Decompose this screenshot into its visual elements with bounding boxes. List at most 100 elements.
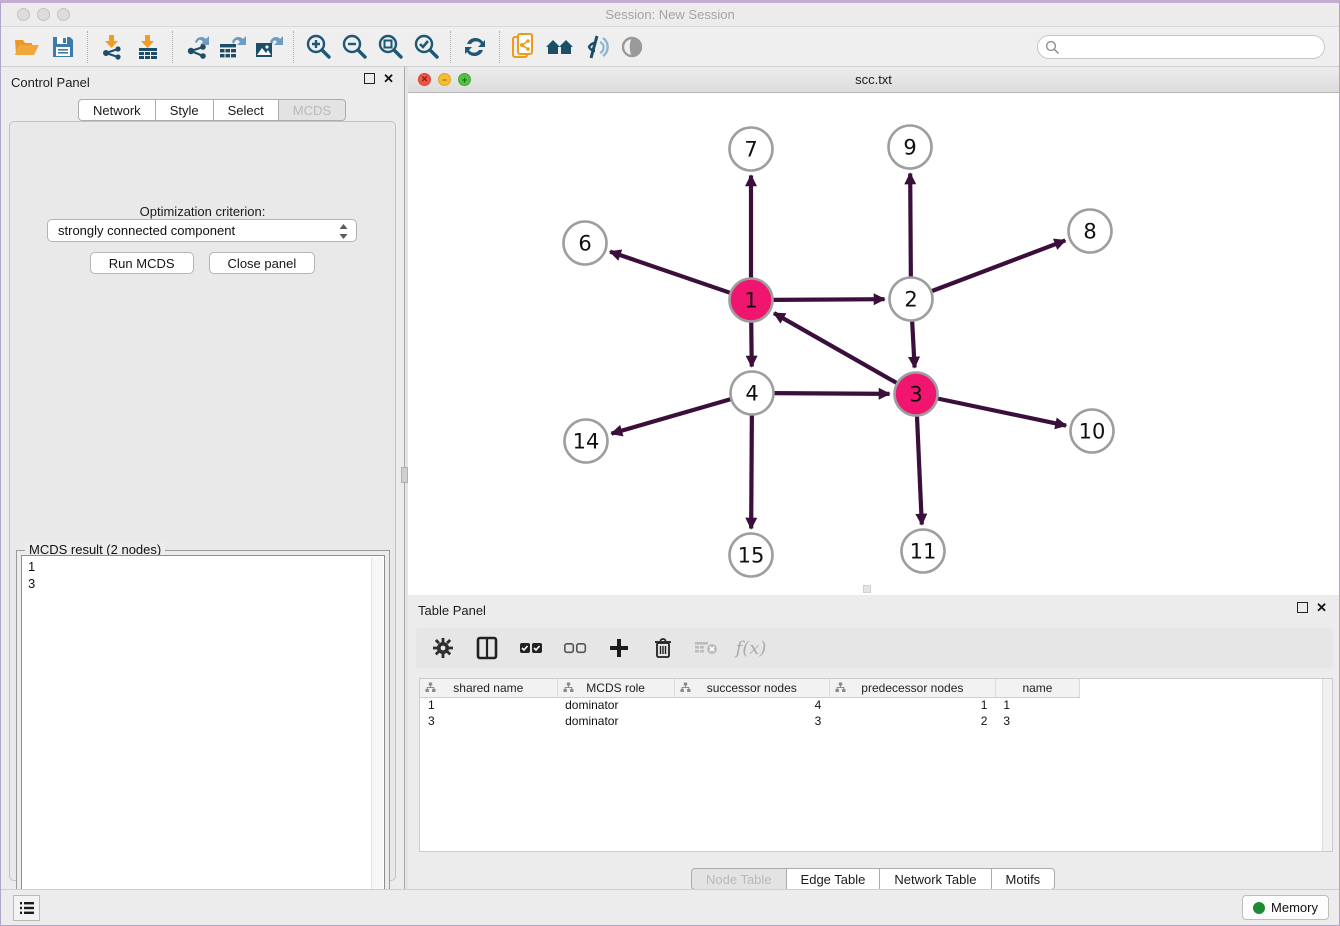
edge-3-11[interactable]: [917, 416, 922, 524]
graph-svg: 7 9 6 8 1 2 4 3 14 10 15 11: [408, 93, 1339, 595]
export-network-button[interactable]: [179, 31, 215, 63]
app-window: Session: New Session: [0, 0, 1340, 926]
tab-style[interactable]: Style: [156, 99, 214, 121]
table-cell[interactable]: 1: [995, 697, 1079, 713]
task-history-button[interactable]: [13, 895, 40, 921]
float-table-panel-icon[interactable]: [1297, 602, 1308, 613]
column-header-successor-nodes[interactable]: successor nodes: [674, 679, 829, 697]
tab-network[interactable]: Network: [78, 99, 156, 121]
add-column-button[interactable]: [604, 633, 634, 663]
node-11[interactable]: 11: [902, 530, 945, 573]
edge-1-6[interactable]: [610, 252, 730, 293]
table-row[interactable]: 3dominator323: [420, 713, 1080, 729]
delete-button[interactable]: [648, 633, 678, 663]
edge-3-10[interactable]: [938, 399, 1066, 426]
export-table-icon: [218, 34, 248, 60]
table-cell[interactable]: 1: [420, 697, 557, 713]
save-session-button[interactable]: [45, 31, 81, 63]
open-session-button[interactable]: [9, 31, 45, 63]
close-panel-icon[interactable]: ✕: [383, 73, 394, 84]
run-mcds-button[interactable]: Run MCDS: [90, 252, 194, 274]
edge-1-2[interactable]: [773, 299, 884, 300]
close-table-panel-icon[interactable]: ✕: [1316, 602, 1327, 613]
edge-2-9[interactable]: [910, 173, 911, 276]
deselect-all-rows-button[interactable]: [560, 633, 590, 663]
zoom-fit-button[interactable]: [372, 31, 408, 63]
node-6[interactable]: 6: [564, 222, 607, 265]
node-table-grid[interactable]: shared nameMCDS role successor nodes prede…: [420, 679, 1080, 729]
delete-table-button: [692, 633, 722, 663]
table-cell[interactable]: 3: [674, 713, 829, 729]
table-cell[interactable]: dominator: [557, 713, 674, 729]
table-scrollbar[interactable]: [1322, 679, 1332, 851]
column-header-MCDS-role[interactable]: MCDS role: [557, 679, 674, 697]
tab-network-table[interactable]: Network Table: [880, 868, 991, 890]
control-panel-title: Control Panel: [11, 75, 90, 90]
zoom-in-button[interactable]: [300, 31, 336, 63]
canvas-scroll-grip[interactable]: [863, 585, 871, 593]
search-input[interactable]: [1037, 35, 1325, 59]
export-image-button[interactable]: [251, 31, 287, 63]
tab-node-table[interactable]: Node Table: [691, 868, 787, 890]
tab-edge-table[interactable]: Edge Table: [787, 868, 881, 890]
select-all-rows-button[interactable]: [516, 633, 546, 663]
node-4[interactable]: 4: [731, 372, 774, 415]
chevron-up-down-icon: [338, 222, 349, 244]
hide-panel-button[interactable]: [578, 31, 614, 63]
refresh-button[interactable]: [457, 31, 493, 63]
zoom-out-button[interactable]: [336, 31, 372, 63]
edge-2-8[interactable]: [932, 240, 1065, 291]
memory-label: Memory: [1271, 900, 1318, 915]
node-2[interactable]: 2: [890, 278, 933, 321]
tab-mcds[interactable]: MCDS: [279, 99, 346, 121]
status-bar: Memory: [1, 889, 1339, 925]
tab-motifs[interactable]: Motifs: [992, 868, 1056, 890]
export-table-button[interactable]: [215, 31, 251, 63]
import-table-button[interactable]: [130, 31, 166, 63]
table-cell[interactable]: 3: [420, 713, 557, 729]
table-row[interactable]: 1dominator411: [420, 697, 1080, 713]
column-label: successor nodes: [707, 681, 797, 695]
node-10[interactable]: 10: [1071, 410, 1114, 453]
node-14[interactable]: 14: [565, 420, 608, 463]
edge-4-14[interactable]: [611, 399, 730, 433]
memory-status-icon: [1253, 902, 1265, 914]
close-panel-button[interactable]: Close panel: [209, 252, 316, 274]
column-header-shared-name[interactable]: shared name: [420, 679, 557, 697]
show-panel-button[interactable]: [614, 31, 650, 63]
node-label: 9: [903, 136, 916, 160]
node-3[interactable]: 3: [895, 373, 938, 416]
edge-4-3[interactable]: [774, 393, 889, 394]
column-header-name[interactable]: name: [995, 679, 1079, 697]
node-7[interactable]: 7: [730, 128, 773, 171]
table-cell[interactable]: 2: [829, 713, 995, 729]
table-cell[interactable]: 3: [995, 713, 1079, 729]
optimization-criterion-select[interactable]: strongly connected component: [47, 219, 357, 242]
node-9[interactable]: 9: [889, 126, 932, 169]
import-network-button[interactable]: [94, 31, 130, 63]
node-15[interactable]: 15: [730, 534, 773, 577]
table-settings-button[interactable]: [428, 633, 458, 663]
edge-3-1[interactable]: [774, 313, 896, 383]
float-panel-icon[interactable]: [364, 73, 375, 84]
column-header-predecessor-nodes[interactable]: predecessor nodes: [829, 679, 995, 697]
node-8[interactable]: 8: [1069, 210, 1112, 253]
home-button[interactable]: [542, 31, 578, 63]
node-1[interactable]: 1: [730, 279, 773, 322]
edge-2-3[interactable]: [912, 321, 914, 367]
hierarchy-icon: [680, 682, 691, 693]
splitter-grip-icon[interactable]: [401, 467, 408, 483]
network-canvas[interactable]: 7 9 6 8 1 2 4 3 14 10 15 11: [408, 93, 1339, 595]
network-overview-button[interactable]: [506, 31, 542, 63]
column-label: predecessor nodes: [861, 681, 963, 695]
show-columns-button[interactable]: [472, 633, 502, 663]
table-cell[interactable]: 1: [829, 697, 995, 713]
mcds-result-text[interactable]: 1 3: [21, 555, 385, 925]
edge-4-15[interactable]: [751, 415, 752, 528]
memory-button[interactable]: Memory: [1242, 895, 1329, 920]
zoom-selected-button[interactable]: [408, 31, 444, 63]
table-cell[interactable]: dominator: [557, 697, 674, 713]
mcds-result-scrollbar[interactable]: [371, 557, 383, 923]
table-cell[interactable]: 4: [674, 697, 829, 713]
tab-select[interactable]: Select: [214, 99, 279, 121]
